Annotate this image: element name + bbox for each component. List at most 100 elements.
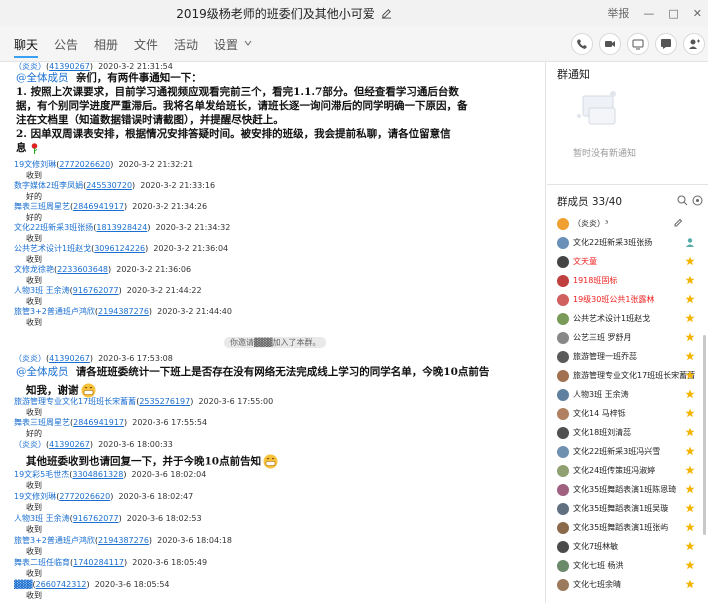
avatar xyxy=(557,255,569,268)
sender-name[interactable]: （炎炎） xyxy=(14,354,46,363)
sender-qq[interactable]: 1813928424 xyxy=(96,223,147,232)
sender-name[interactable]: 公共艺术设计1班赵戈 xyxy=(14,244,91,253)
timestamp: 2020-3-6 18:05:54 xyxy=(94,580,170,589)
sender-qq[interactable]: 916762077 xyxy=(73,514,119,523)
sender-name[interactable]: 人物3班 王余涛 xyxy=(14,514,70,523)
sender-qq[interactable]: 2846941917 xyxy=(73,418,124,427)
message-text: 知我，谢谢 xyxy=(26,383,96,398)
avatar xyxy=(557,312,569,325)
star-icon xyxy=(685,427,695,437)
edit-icon[interactable] xyxy=(673,218,683,228)
sender-qq[interactable]: 2772026620 xyxy=(59,492,110,501)
sender-qq[interactable]: 2233603648 xyxy=(57,265,108,274)
message-header: ▓▓▓(2660742312) 2020-3-6 18:05:54 xyxy=(14,580,170,589)
notice-title: 群通知 xyxy=(557,68,590,81)
sender-qq[interactable]: 2194387276 xyxy=(98,307,149,316)
sender-name[interactable]: （炎炎） xyxy=(14,62,46,71)
sender-name[interactable]: （炎炎） xyxy=(14,440,46,449)
sender-qq[interactable]: 41390267 xyxy=(49,354,90,363)
sender-name[interactable]: 19文修刘琳 xyxy=(14,160,56,169)
sender-name[interactable]: ▓▓▓ xyxy=(14,580,32,589)
star-icon xyxy=(685,408,695,418)
sender-qq[interactable]: 245530720 xyxy=(86,181,132,190)
message-text: 2. 因单双周课表安排，根据情况安排答疑时间。被安排的班级，我会提前私聊，请各位… xyxy=(16,128,451,140)
star-icon xyxy=(685,370,695,380)
sender-name[interactable]: 人物3班 王余涛 xyxy=(14,286,70,295)
sender-qq[interactable]: 41390267 xyxy=(49,62,90,71)
tab-chat[interactable]: 聊天 xyxy=(14,36,39,58)
sender-qq[interactable]: 2535276197 xyxy=(139,397,190,406)
sender-name[interactable]: 舞表二班任临育 xyxy=(14,558,70,567)
sender-name[interactable]: 19文彩5毛世杰 xyxy=(14,470,69,479)
star-icon xyxy=(685,256,695,266)
sender-qq[interactable]: 2772026620 xyxy=(59,160,110,169)
report-button[interactable]: 举报 xyxy=(607,5,629,21)
sender-qq[interactable]: 916762077 xyxy=(73,286,119,295)
tab-announcement[interactable]: 公告 xyxy=(54,36,78,53)
minimize-button[interactable]: — xyxy=(643,7,654,20)
sender-name[interactable]: 舞表三班周星艺 xyxy=(14,418,70,427)
message-header: 舞表二班任临育(1740284117) 2020-3-6 18:05:49 xyxy=(14,558,208,567)
search-icon[interactable] xyxy=(677,195,688,206)
sender-qq[interactable]: 41390267 xyxy=(49,440,90,449)
message-text: 收到 xyxy=(26,503,42,512)
chat-panel[interactable]: （炎炎）(41390267) 2020-3-2 21:31:54 @全体成员 亲… xyxy=(0,62,546,603)
sender-name[interactable]: 旅管3+2普通班卢鸿欣 xyxy=(14,536,95,545)
close-button[interactable]: ✕ xyxy=(693,7,702,20)
sender-qq[interactable]: 2846941917 xyxy=(73,202,124,211)
settings-icon[interactable] xyxy=(692,195,703,206)
message-text: 收到 xyxy=(26,297,42,306)
message-text: 收到 xyxy=(26,318,42,327)
mention-all[interactable]: @全体成员 xyxy=(16,366,69,378)
sender-qq[interactable]: 2194387276 xyxy=(98,536,149,545)
message-header: 数字媒体2班李凤娟(245530720) 2020-3-2 21:33:16 xyxy=(14,181,216,190)
message-text: 收到 xyxy=(26,255,42,264)
tab-settings[interactable]: 设置 xyxy=(214,36,238,53)
sender-name[interactable]: 旅游管理专业文化17班班长宋蓄蓄 xyxy=(14,397,136,406)
sender-name[interactable]: 文修龙徐艳 xyxy=(14,265,54,274)
members-title: 群成员 33/40 xyxy=(557,196,623,208)
edit-icon[interactable] xyxy=(381,8,392,19)
phone-icon[interactable] xyxy=(571,33,593,55)
message-text: 收到 xyxy=(26,234,42,243)
sender-qq[interactable]: 1740284117 xyxy=(73,558,124,567)
admin-icon xyxy=(686,238,694,247)
star-icon xyxy=(685,389,695,399)
message-header: 人物3班 王余涛(916762077) 2020-3-2 21:44:22 xyxy=(14,286,202,295)
message-header: 19文彩5毛世杰(3304861328) 2020-3-6 18:02:04 xyxy=(14,470,207,479)
system-note: 你邀请▓▓▓加入了本群。 xyxy=(224,337,327,348)
member-item[interactable]: （炎炎）³ xyxy=(557,214,707,233)
sender-qq[interactable]: 2660742312 xyxy=(36,580,87,589)
avatar xyxy=(557,540,569,553)
message-header: 人物3班 王余涛(916762077) 2020-3-6 18:02:53 xyxy=(14,514,202,523)
app-icon[interactable] xyxy=(655,33,677,55)
sender-qq[interactable]: 3096124226 xyxy=(94,244,145,253)
mention-all[interactable]: @全体成员 xyxy=(16,72,69,84)
screen-share-icon[interactable] xyxy=(627,33,649,55)
sender-name[interactable]: 旅管3+2普通班卢鸿欣 xyxy=(14,307,95,316)
avatar xyxy=(557,350,569,363)
timestamp: 2020-3-2 21:34:26 xyxy=(132,202,208,211)
tab-bar: 聊天 公告 相册 文件 活动 设置 xyxy=(0,26,708,62)
message-header: （炎炎）(41390267) 2020-3-6 18:00:33 xyxy=(14,440,173,449)
video-icon[interactable] xyxy=(599,33,621,55)
avatar xyxy=(557,483,569,496)
chevron-down-icon[interactable] xyxy=(244,39,252,47)
timestamp: 2020-3-2 21:34:32 xyxy=(155,223,231,232)
add-member-icon[interactable] xyxy=(683,33,705,55)
timestamp: 2020-3-6 18:02:04 xyxy=(131,470,207,479)
star-icon xyxy=(685,294,695,304)
sender-name[interactable]: 文化22班新采3班张扬 xyxy=(14,223,93,232)
tab-album[interactable]: 相册 xyxy=(94,36,118,53)
avatar xyxy=(557,578,569,591)
sender-name[interactable]: 19文修刘琳 xyxy=(14,492,56,501)
avatar xyxy=(557,388,569,401)
tab-activity[interactable]: 活动 xyxy=(174,36,198,53)
sender-name[interactable]: 舞表三班周星艺 xyxy=(14,202,70,211)
sender-qq[interactable]: 3304861328 xyxy=(72,470,123,479)
members-scrollbar[interactable] xyxy=(703,335,706,535)
sender-name[interactable]: 数字媒体2班李凤娟 xyxy=(14,181,83,190)
tab-files[interactable]: 文件 xyxy=(134,36,158,53)
message-header: （炎炎）(41390267) 2020-3-6 17:53:08 xyxy=(14,354,173,363)
maximize-button[interactable]: □ xyxy=(668,7,678,20)
